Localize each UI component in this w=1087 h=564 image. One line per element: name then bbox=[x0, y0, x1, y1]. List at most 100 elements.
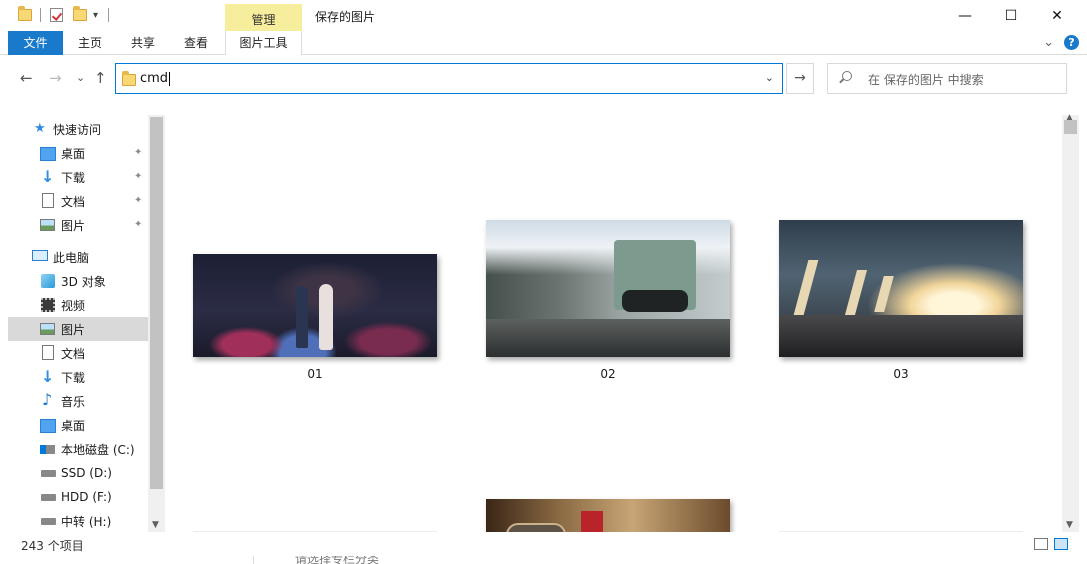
sidebar-label: 文档 bbox=[61, 194, 86, 209]
file-name-label[interactable]: 02 bbox=[578, 367, 638, 381]
sidebar-label: 下载 bbox=[61, 170, 86, 185]
ribbon-tab-bar: 文件 主页 共享 查看 图片工具 ⌄ ? bbox=[0, 31, 1087, 55]
search-icon bbox=[842, 71, 852, 81]
thumbnail-truck bbox=[614, 240, 696, 312]
image-thumbnail-04[interactable] bbox=[486, 499, 730, 532]
sidebar-item-quick-access[interactable]: ★ 快速访问 bbox=[8, 117, 148, 141]
tab-view[interactable]: 查看 bbox=[172, 31, 220, 55]
cube-3d-icon bbox=[41, 274, 55, 288]
thumbnail-red-panel bbox=[581, 511, 603, 532]
document-icon bbox=[42, 193, 54, 208]
sidebar-label: 图片 bbox=[61, 218, 86, 233]
maximize-button[interactable]: ☐ bbox=[988, 0, 1034, 31]
manage-contextual-tab[interactable]: 管理 bbox=[225, 4, 302, 31]
scroll-down-chevron-icon[interactable]: ▼ bbox=[152, 520, 159, 530]
pin-icon[interactable]: ✦ bbox=[134, 147, 142, 158]
sidebar-item-drive-h[interactable]: 中转 (H:) bbox=[8, 509, 148, 532]
download-arrow-icon: ↓ bbox=[41, 167, 55, 186]
sidebar-item-desktop-quick[interactable]: 桌面 ✦ bbox=[8, 141, 148, 165]
file-explorer-window: ▾ 管理 保存的图片 — ☐ ✕ 文件 主页 共享 查看 图片工具 ⌄ ? ← … bbox=[0, 0, 1087, 564]
minimize-button[interactable]: — bbox=[942, 0, 988, 31]
sidebar-item-drive-d[interactable]: SSD (D:) bbox=[8, 461, 148, 485]
sidebar-scrollbar-thumb[interactable] bbox=[150, 117, 163, 489]
tab-share[interactable]: 共享 bbox=[119, 31, 167, 55]
search-box[interactable]: 在 保存的图片 中搜索 bbox=[827, 63, 1067, 94]
pictures-icon bbox=[40, 219, 55, 231]
sidebar-item-desktop[interactable]: 桌面 bbox=[8, 413, 148, 437]
pin-icon[interactable]: ✦ bbox=[134, 171, 142, 182]
sidebar-label: 音乐 bbox=[61, 394, 86, 409]
manage-tab-label: 管理 bbox=[251, 13, 276, 27]
download-arrow-icon: ↓ bbox=[41, 367, 55, 386]
sidebar-label: SSD (D:) bbox=[61, 466, 112, 480]
navigation-bar: ← → ⌄ ↑ cmd ⌄ → 在 保存的图片 中搜索 bbox=[0, 55, 1087, 105]
tab-home[interactable]: 主页 bbox=[66, 31, 114, 55]
system-drive-icon bbox=[40, 445, 55, 454]
go-arrow-button[interactable]: → bbox=[786, 63, 814, 94]
forward-arrow-icon[interactable]: → bbox=[49, 69, 62, 87]
address-bar[interactable]: cmd ⌄ bbox=[115, 63, 783, 94]
sidebar-item-downloads[interactable]: ↓ 下载 bbox=[8, 365, 148, 389]
thumbnail-ground bbox=[486, 319, 730, 357]
scroll-down-chevron-icon[interactable]: ▼ bbox=[1066, 520, 1073, 530]
sidebar-item-pictures[interactable]: 图片 bbox=[8, 317, 148, 341]
text-caret bbox=[169, 71, 171, 86]
new-folder-icon[interactable] bbox=[73, 6, 87, 24]
pictures-icon bbox=[40, 323, 55, 335]
sidebar-item-documents-quick[interactable]: 文档 ✦ bbox=[8, 189, 148, 213]
customize-toolbar-chevron-icon[interactable]: ▾ bbox=[93, 6, 98, 24]
recent-locations-chevron-icon[interactable]: ⌄ bbox=[76, 71, 85, 84]
properties-icon[interactable] bbox=[50, 6, 63, 24]
details-view-icon[interactable] bbox=[1034, 538, 1048, 550]
tab-file[interactable]: 文件 bbox=[8, 31, 63, 55]
address-input[interactable]: cmd bbox=[140, 71, 171, 86]
sidebar-item-3d-objects[interactable]: 3D 对象 bbox=[8, 269, 148, 293]
background-text: 请选择专栏分类 bbox=[295, 556, 380, 564]
star-icon: ★ bbox=[34, 121, 46, 136]
sidebar-item-drive-f[interactable]: HDD (F:) bbox=[8, 485, 148, 509]
sidebar-label: 文档 bbox=[61, 346, 86, 361]
file-view: 01 02 03 bbox=[165, 115, 1062, 532]
sidebar-item-pictures-quick[interactable]: 图片 ✦ bbox=[8, 213, 148, 237]
tab-picture-tools[interactable]: 图片工具 bbox=[225, 31, 302, 55]
address-dropdown-chevron-icon[interactable]: ⌄ bbox=[765, 71, 774, 84]
address-text: cmd bbox=[140, 71, 169, 86]
drive-icon bbox=[41, 494, 56, 501]
thumbnail-badge bbox=[506, 523, 566, 532]
background-window-strip: 请选择专栏分类 bbox=[0, 556, 1087, 564]
sidebar-item-this-pc[interactable]: 此电脑 bbox=[8, 245, 148, 269]
sidebar-label: 快速访问 bbox=[53, 122, 102, 137]
pin-icon[interactable]: ✦ bbox=[134, 219, 142, 230]
sidebar-label: 图片 bbox=[61, 322, 86, 337]
quick-access-separator bbox=[40, 6, 41, 24]
help-icon[interactable]: ? bbox=[1064, 35, 1079, 50]
image-thumbnail-03[interactable] bbox=[779, 220, 1023, 357]
file-name-label[interactable]: 03 bbox=[871, 367, 931, 381]
sidebar-scrollbar[interactable]: ▼ bbox=[148, 115, 165, 532]
image-thumbnail-02[interactable] bbox=[486, 220, 730, 357]
sidebar-label: 3D 对象 bbox=[61, 274, 106, 289]
ribbon-collapse-chevron-icon[interactable]: ⌄ bbox=[1043, 35, 1054, 50]
thumbnail-figure bbox=[319, 284, 333, 350]
sidebar-item-videos[interactable]: 视频 bbox=[8, 293, 148, 317]
content-scrollbar-thumb[interactable] bbox=[1064, 120, 1077, 134]
back-arrow-icon[interactable]: ← bbox=[20, 69, 33, 87]
image-thumbnail-01[interactable] bbox=[193, 254, 437, 357]
sidebar-item-downloads-quick[interactable]: ↓ 下载 ✦ bbox=[8, 165, 148, 189]
music-note-icon: ♪ bbox=[42, 390, 53, 409]
search-placeholder: 在 保存的图片 中搜索 bbox=[868, 73, 984, 87]
sidebar-item-music[interactable]: ♪ 音乐 bbox=[8, 389, 148, 413]
document-icon bbox=[42, 345, 54, 360]
navigation-pane: ★ 快速访问 桌面 ✦ ↓ 下载 ✦ 文档 ✦ 图片 ✦ 此电脑 3D 对象 视… bbox=[0, 115, 165, 532]
sidebar-item-drive-c[interactable]: 本地磁盘 (C:) bbox=[8, 437, 148, 461]
up-arrow-icon[interactable]: ↑ bbox=[94, 69, 107, 87]
sidebar-label: 中转 (H:) bbox=[61, 514, 112, 529]
pin-icon[interactable]: ✦ bbox=[134, 195, 142, 206]
quick-access-folder-icon[interactable] bbox=[18, 6, 32, 24]
content-scrollbar[interactable]: ▲ ▼ bbox=[1062, 113, 1079, 532]
sidebar-item-documents[interactable]: 文档 bbox=[8, 341, 148, 365]
close-button[interactable]: ✕ bbox=[1034, 0, 1080, 31]
large-icons-view-icon[interactable] bbox=[1054, 538, 1068, 550]
file-name-label[interactable]: 01 bbox=[285, 367, 345, 381]
thumbnail-pillar bbox=[844, 270, 868, 315]
